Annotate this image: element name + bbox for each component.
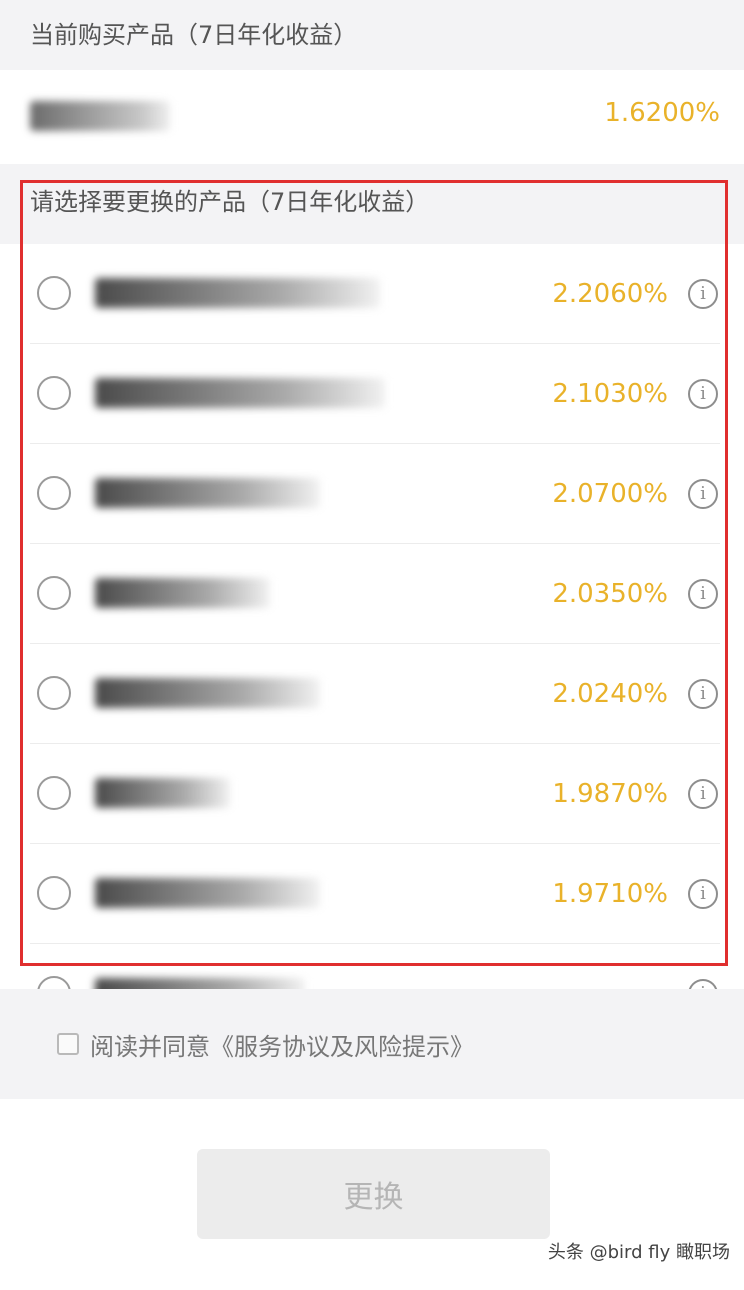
product-row-partial[interactable]: i — [0, 944, 744, 989]
radio-button[interactable] — [37, 876, 71, 910]
product-name-redacted — [95, 378, 385, 408]
product-rate: 2.0240% — [552, 679, 668, 709]
product-rate: 1.9870% — [552, 779, 668, 809]
product-rate: 1.9710% — [552, 879, 668, 909]
product-rate: 2.0350% — [552, 579, 668, 609]
select-product-header: 请选择要更换的产品（7日年化收益） — [0, 170, 744, 244]
product-name-redacted — [95, 778, 230, 808]
product-name-redacted — [95, 678, 320, 708]
radio-button[interactable] — [37, 376, 71, 410]
info-circle-icon[interactable]: i — [688, 979, 718, 989]
info-circle-icon[interactable]: i — [688, 679, 718, 709]
radio-button[interactable] — [37, 976, 71, 989]
radio-button[interactable] — [37, 576, 71, 610]
info-circle-icon[interactable]: i — [688, 879, 718, 909]
product-name-redacted — [95, 278, 380, 308]
product-row[interactable]: 2.0240% i — [0, 644, 744, 744]
info-circle-icon[interactable]: i — [688, 479, 718, 509]
product-name-redacted — [95, 578, 270, 608]
product-rate: 2.2060% — [552, 279, 668, 309]
current-product-rate: 1.6200% — [604, 98, 720, 128]
current-product-name-redacted — [30, 101, 170, 131]
product-list[interactable]: 2.2060% i 2.1030% i 2.0700% i 2.0350% i … — [0, 244, 744, 989]
product-row[interactable]: 2.0700% i — [0, 444, 744, 544]
product-rate: 2.1030% — [552, 379, 668, 409]
product-name-redacted — [95, 878, 320, 908]
product-name-redacted — [95, 978, 305, 989]
agreement-bar: 阅读并同意《服务协议及风险提示》 — [0, 989, 744, 1099]
agreement-checkbox[interactable] — [57, 1033, 79, 1055]
product-row[interactable]: 2.2060% i — [0, 244, 744, 344]
product-row[interactable]: 2.0350% i — [0, 544, 744, 644]
info-circle-icon[interactable]: i — [688, 379, 718, 409]
info-circle-icon[interactable]: i — [688, 579, 718, 609]
agreement-link[interactable]: 阅读并同意《服务协议及风险提示》 — [90, 1027, 474, 1062]
radio-button[interactable] — [37, 776, 71, 810]
current-product-card: 1.6200% — [0, 70, 744, 164]
radio-button[interactable] — [37, 676, 71, 710]
current-product-header: 当前购买产品（7日年化收益） — [0, 0, 744, 70]
product-row[interactable]: 2.1030% i — [0, 344, 744, 444]
radio-button[interactable] — [37, 276, 71, 310]
switch-button[interactable]: 更换 — [197, 1149, 550, 1239]
product-row[interactable]: 1.9710% i — [0, 844, 744, 944]
info-circle-icon[interactable]: i — [688, 779, 718, 809]
radio-button[interactable] — [37, 476, 71, 510]
product-rate: 2.0700% — [552, 479, 668, 509]
info-circle-icon[interactable]: i — [688, 279, 718, 309]
product-name-redacted — [95, 478, 320, 508]
product-row[interactable]: 1.9870% i — [0, 744, 744, 844]
watermark: 头条 @bird fly 瞰职场 — [547, 1242, 730, 1263]
